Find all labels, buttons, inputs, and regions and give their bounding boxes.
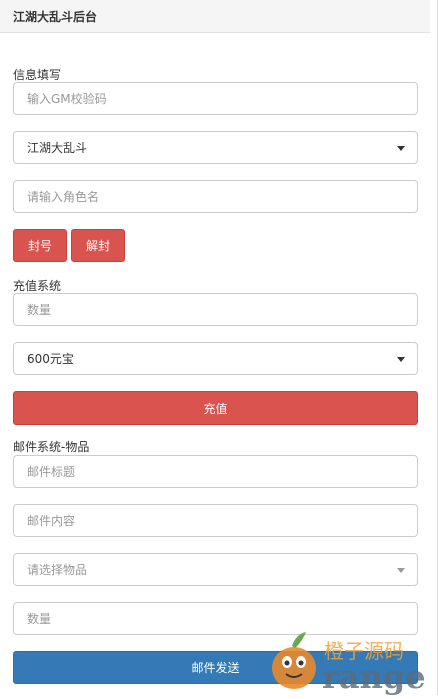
unban-button[interactable]: 解封: [71, 229, 125, 262]
chevron-down-icon: [397, 568, 405, 573]
mail-section-label: 邮件系统-物品: [13, 440, 90, 454]
mail-title-placeholder: 邮件标题: [27, 465, 76, 479]
app-header: 江湖大乱斗后台: [0, 0, 430, 33]
mail-item-placeholder: 请选择物品: [27, 563, 88, 577]
role-name-input[interactable]: 请输入角色名: [13, 180, 418, 213]
watermark-en-text: range: [322, 658, 426, 695]
server-select[interactable]: 江湖大乱斗: [13, 131, 418, 164]
mail-title-input[interactable]: 邮件标题: [13, 455, 418, 488]
gm-code-placeholder: 输入GM校验码: [27, 92, 107, 106]
watermark-logo: 橙子源码 range: [262, 618, 438, 696]
info-section-label: 信息填写: [13, 68, 62, 82]
recharge-button[interactable]: 充值: [13, 391, 418, 425]
orange-logo-icon: 橙子源码 range: [272, 632, 426, 696]
recharge-package-value: 600元宝: [27, 352, 74, 366]
mail-item-select[interactable]: 请选择物品: [13, 553, 418, 586]
recharge-section-label: 充值系统: [13, 279, 62, 293]
mail-count-placeholder: 数量: [27, 612, 52, 626]
server-select-value: 江湖大乱斗: [27, 141, 88, 155]
recharge-amount-input[interactable]: 数量: [13, 293, 418, 326]
mail-content-placeholder: 邮件内容: [27, 514, 76, 528]
recharge-amount-placeholder: 数量: [27, 303, 52, 317]
role-name-placeholder: 请输入角色名: [27, 190, 100, 204]
chevron-down-icon: [397, 146, 405, 151]
ban-button[interactable]: 封号: [13, 229, 67, 262]
gm-code-input[interactable]: 输入GM校验码: [13, 82, 418, 115]
recharge-package-select[interactable]: 600元宝: [13, 342, 418, 375]
mail-content-input[interactable]: 邮件内容: [13, 504, 418, 537]
chevron-down-icon: [397, 357, 405, 362]
page-title: 江湖大乱斗后台: [13, 10, 98, 24]
